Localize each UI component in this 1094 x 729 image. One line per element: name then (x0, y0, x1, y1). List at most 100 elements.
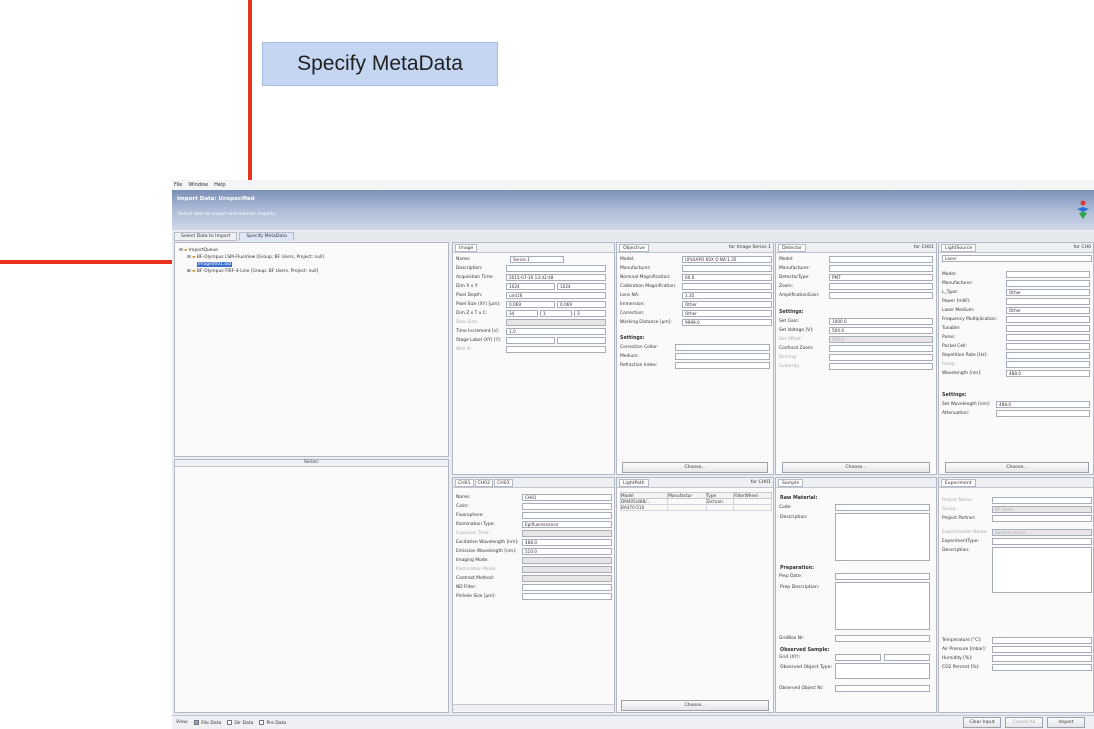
pump-field[interactable] (1006, 361, 1090, 368)
exposure-time-field[interactable] (522, 530, 612, 537)
code-field[interactable] (835, 504, 930, 511)
step-size-field[interactable] (506, 319, 606, 326)
experimenter-name-field[interactable]: Susanne Kunis (992, 529, 1092, 536)
project-partner-field[interactable] (992, 515, 1092, 522)
tab-experiment[interactable]: Experiment (941, 478, 976, 487)
frequency-multiplication-field[interactable] (1006, 316, 1090, 323)
temperature-field[interactable] (992, 637, 1092, 644)
tree-group-2[interactable]: ⊞ ▰ BF-Olympus-TIRF-4-Line [Group: BF Us… (179, 268, 324, 275)
pockel-cell-select[interactable] (1006, 343, 1090, 350)
tree-file-item[interactable]: Image0001.oib (179, 261, 324, 268)
tab-lightpath[interactable]: LightPath (619, 478, 649, 487)
humidity-field[interactable] (992, 655, 1092, 662)
objective-model-field[interactable]: UPLSAPO 60X O NA:1.35 (682, 256, 772, 263)
pixel-depth-field[interactable]: uint16 (506, 292, 606, 299)
detector-model-field[interactable] (829, 256, 933, 263)
grid-y-field[interactable] (884, 654, 930, 661)
nd-filter-field[interactable] (522, 584, 612, 591)
pixel-size-x-field[interactable]: 0.069 (506, 301, 555, 308)
name-field[interactable]: Series 1 (510, 256, 564, 263)
binning-select[interactable] (829, 354, 933, 361)
working-distance-field[interactable]: 9999.0 (682, 319, 772, 326)
tab-objective[interactable]: Objective (619, 243, 649, 252)
power-field[interactable] (1006, 298, 1090, 305)
dir-data-checkbox[interactable]: Dir Data (227, 719, 253, 726)
dim-z-field[interactable]: 34 (506, 310, 538, 317)
tab-sample[interactable]: Sample (778, 478, 804, 487)
dim-c-field[interactable]: 3 (574, 310, 606, 317)
description-field[interactable] (506, 265, 606, 272)
ls-manufacturer-field[interactable] (1006, 280, 1090, 287)
medium-select[interactable] (675, 353, 770, 360)
project-name-field[interactable] (992, 497, 1092, 504)
experiment-type-select[interactable] (992, 538, 1092, 545)
time-increment-field[interactable]: 1.0 (506, 328, 606, 335)
dim-y-field[interactable]: 1024 (557, 283, 606, 290)
contrast-method-select[interactable] (522, 575, 612, 582)
group-field[interactable]: BF Users (992, 506, 1092, 513)
set-gain-field[interactable]: 1000.0 (829, 318, 933, 325)
pixel-size-y-field[interactable]: 0.069 (557, 301, 606, 308)
tab-specify-metadata[interactable]: Specify MetaData (239, 232, 294, 241)
clear-input-button[interactable]: Clear Input (963, 717, 1001, 728)
cancel-all-button[interactable]: Cancel All (1005, 717, 1043, 728)
illumination-type-select[interactable]: Epifluorescence (522, 521, 612, 528)
channel-scrollbar[interactable] (453, 704, 614, 711)
gridbox-field[interactable] (835, 635, 930, 642)
immersion-select[interactable]: Other (682, 301, 772, 308)
pre-data-checkbox[interactable]: Pre Data (259, 719, 286, 726)
stage-label-x-field[interactable] (506, 337, 555, 344)
table-row[interactable]: BA470-510 (619, 504, 772, 511)
tab-detector[interactable]: Detector (778, 243, 807, 252)
acquisition-time-field[interactable]: 2015-07-16 13:42:48 (506, 274, 606, 281)
detector-manufacturer-field[interactable] (829, 265, 933, 272)
subarray-field[interactable] (829, 363, 933, 370)
nominal-magnification-field[interactable]: 60.0 (682, 274, 772, 281)
repetition-rate-field[interactable] (1006, 352, 1090, 359)
objective-choose-button[interactable]: Choose... (622, 462, 768, 473)
dim-t-field[interactable]: 1 (540, 310, 572, 317)
l-type-select[interactable]: Other (1006, 289, 1090, 296)
pinhole-size-field[interactable] (522, 593, 612, 600)
zoom-field[interactable] (829, 283, 933, 290)
lightsource-choose-button[interactable]: Choose... (945, 462, 1089, 473)
menu-window[interactable]: Window (188, 182, 208, 188)
co2-percent-field[interactable] (992, 664, 1092, 671)
lens-na-field[interactable]: 1.35 (682, 292, 772, 299)
grid-x-field[interactable] (835, 654, 881, 661)
ls-model-field[interactable] (1006, 271, 1090, 278)
tab-ch02[interactable]: CH02 (474, 478, 494, 487)
lightsource-type-select[interactable]: Laser (942, 255, 1092, 262)
stage-label-y-field[interactable] (557, 337, 606, 344)
lightpath-choose-button[interactable]: Choose... (621, 700, 769, 711)
correction-select[interactable]: Other (682, 310, 772, 317)
file-data-checkbox[interactable]: File Data (194, 719, 221, 726)
tab-lightsource[interactable]: LightSource (941, 243, 977, 252)
channel-name-field[interactable]: CH01 (522, 494, 612, 501)
menu-file[interactable]: File (174, 182, 182, 188)
tab-image[interactable]: Image (455, 243, 478, 252)
experiment-description-field[interactable] (992, 547, 1092, 593)
menu-help[interactable]: Help (214, 182, 225, 188)
calibration-magnification-field[interactable] (682, 283, 772, 290)
tunable-select[interactable] (1006, 325, 1090, 332)
pulse-select[interactable] (1006, 334, 1090, 341)
laser-medium-select[interactable]: Other (1006, 307, 1090, 314)
fluorophore-field[interactable] (522, 512, 612, 519)
amplification-gain-field[interactable] (829, 292, 933, 299)
imaging-mode-select[interactable] (522, 557, 612, 564)
attenuation-field[interactable] (996, 410, 1090, 417)
emission-wavelength-field[interactable]: 510.0 (522, 548, 612, 555)
dim-x-field[interactable]: 1024 (506, 283, 555, 290)
tab-ch01[interactable]: CH01 (455, 478, 474, 487)
refraction-index-field[interactable] (675, 362, 770, 369)
import-button[interactable]: Import (1047, 717, 1085, 728)
tab-ch03[interactable]: CH03 (494, 478, 513, 487)
correction-collar-field[interactable] (675, 344, 770, 351)
air-pressure-field[interactable] (992, 646, 1092, 653)
excitation-wavelength-field[interactable]: 488.0 (522, 539, 612, 546)
set-wavelength-field[interactable]: 488.0 (996, 401, 1090, 408)
observed-object-type-field[interactable] (835, 663, 930, 679)
sample-description-field[interactable] (835, 513, 930, 561)
tab-select-data[interactable]: Select Data to Import (174, 232, 238, 241)
